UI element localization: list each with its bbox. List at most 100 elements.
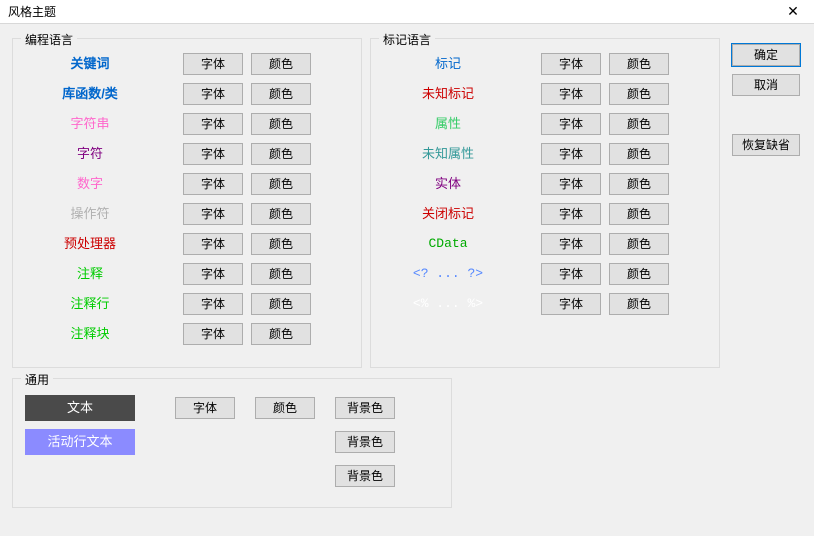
general-item-label: 文本 — [25, 395, 135, 421]
markup-item-label: 属性 — [383, 113, 513, 135]
color-button[interactable]: 颜色 — [251, 323, 311, 345]
font-button[interactable]: 字体 — [541, 83, 601, 105]
markup-row: 未知属性 字体颜色 — [383, 143, 669, 165]
group-general: 通用 文本字体颜色背景色活动行文本背景色选中联动指示文背景色 — [12, 378, 452, 508]
color-button[interactable]: 颜色 — [255, 397, 315, 419]
color-button[interactable]: 颜色 — [609, 263, 669, 285]
titlebar: 风格主题 ✕ — [0, 0, 814, 24]
font-button[interactable]: 字体 — [541, 263, 601, 285]
programming-item-label: 注释行 — [25, 293, 155, 315]
markup-item-label: <? ... ?> — [383, 263, 513, 285]
general-row: 选中联动指示文 背景色 — [25, 465, 395, 487]
programming-item-label: 库函数/类 — [25, 83, 155, 105]
font-button[interactable]: 字体 — [183, 203, 243, 225]
programming-item-label: 字符 — [25, 143, 155, 165]
markup-row: 属性 字体颜色 — [383, 113, 669, 135]
color-button[interactable]: 颜色 — [609, 53, 669, 75]
color-button[interactable]: 颜色 — [251, 233, 311, 255]
general-item-label: 选中联动指示文 — [25, 463, 135, 489]
color-button[interactable]: 颜色 — [251, 113, 311, 135]
font-button[interactable]: 字体 — [183, 113, 243, 135]
programming-item-label: 预处理器 — [25, 233, 155, 255]
color-button[interactable]: 颜色 — [609, 143, 669, 165]
markup-item-label: <% ... %> — [383, 293, 513, 315]
color-button[interactable]: 颜色 — [251, 203, 311, 225]
markup-row: <? ... ?> 字体颜色 — [383, 263, 669, 285]
markup-row: 实体 字体颜色 — [383, 173, 669, 195]
cancel-button[interactable]: 取消 — [732, 74, 800, 96]
general-item-label: 活动行文本 — [25, 429, 135, 455]
markup-row: 关闭标记 字体颜色 — [383, 203, 669, 225]
background-color-button[interactable]: 背景色 — [335, 465, 395, 487]
font-button[interactable]: 字体 — [183, 323, 243, 345]
font-button[interactable]: 字体 — [183, 83, 243, 105]
restore-defaults-button[interactable]: 恢复缺省 — [732, 134, 800, 156]
markup-item-label: 关闭标记 — [383, 203, 513, 225]
font-button[interactable]: 字体 — [183, 263, 243, 285]
programming-row: 字符串 字体颜色 — [25, 113, 311, 135]
color-button[interactable]: 颜色 — [609, 83, 669, 105]
window-title: 风格主题 — [8, 3, 56, 20]
programming-row: 操作符 字体颜色 — [25, 203, 311, 225]
programming-row: 注释块 字体颜色 — [25, 323, 311, 345]
programming-row: 注释 字体颜色 — [25, 263, 311, 285]
programming-row: 库函数/类 字体颜色 — [25, 83, 311, 105]
color-button[interactable]: 颜色 — [609, 113, 669, 135]
group-markup: 标记语言 标记字体颜色未知标记字体颜色属性字体颜色未知属性字体颜色实体字体颜色关… — [370, 38, 720, 368]
programming-row: 字符 字体颜色 — [25, 143, 311, 165]
font-button[interactable]: 字体 — [183, 293, 243, 315]
background-color-button[interactable]: 背景色 — [335, 431, 395, 453]
group-programming: 编程语言 关键词字体颜色库函数/类字体颜色字符串字体颜色字符字体颜色数字字体颜色… — [12, 38, 362, 368]
markup-item-label: 实体 — [383, 173, 513, 195]
programming-item-label: 注释块 — [25, 323, 155, 345]
programming-item-label: 注释 — [25, 263, 155, 285]
group-markup-legend: 标记语言 — [379, 31, 435, 48]
client-area: 编程语言 关键词字体颜色库函数/类字体颜色字符串字体颜色字符字体颜色数字字体颜色… — [0, 24, 814, 536]
programming-item-label: 数字 — [25, 173, 155, 195]
font-button[interactable]: 字体 — [183, 173, 243, 195]
font-button[interactable]: 字体 — [183, 233, 243, 255]
programming-item-label: 字符串 — [25, 113, 155, 135]
markup-row: CData 字体颜色 — [383, 233, 669, 255]
font-button[interactable]: 字体 — [541, 143, 601, 165]
color-button[interactable]: 颜色 — [251, 263, 311, 285]
group-general-legend: 通用 — [21, 371, 53, 388]
markup-item-label: 未知属性 — [383, 143, 513, 165]
programming-item-label: 关键词 — [25, 53, 155, 75]
color-button[interactable]: 颜色 — [609, 233, 669, 255]
markup-item-label: 未知标记 — [383, 83, 513, 105]
color-button[interactable]: 颜色 — [251, 143, 311, 165]
color-button[interactable]: 颜色 — [251, 293, 311, 315]
group-programming-legend: 编程语言 — [21, 31, 77, 48]
markup-row: <% ... %> 字体颜色 — [383, 293, 669, 315]
color-button[interactable]: 颜色 — [609, 293, 669, 315]
markup-item-label: CData — [383, 233, 513, 255]
font-button[interactable]: 字体 — [541, 233, 601, 255]
font-button[interactable]: 字体 — [183, 143, 243, 165]
background-color-button[interactable]: 背景色 — [335, 397, 395, 419]
markup-item-label: 标记 — [383, 53, 513, 75]
markup-row: 标记 字体颜色 — [383, 53, 669, 75]
markup-row: 未知标记 字体颜色 — [383, 83, 669, 105]
font-button[interactable]: 字体 — [183, 53, 243, 75]
color-button[interactable]: 颜色 — [609, 203, 669, 225]
ok-button[interactable]: 确定 — [732, 44, 800, 66]
general-row: 活动行文本 背景色 — [25, 431, 395, 453]
font-button[interactable]: 字体 — [541, 53, 601, 75]
programming-row: 注释行 字体颜色 — [25, 293, 311, 315]
font-button[interactable]: 字体 — [541, 293, 601, 315]
programming-row: 关键词 字体颜色 — [25, 53, 311, 75]
color-button[interactable]: 颜色 — [251, 83, 311, 105]
close-icon[interactable]: ✕ — [778, 3, 808, 20]
color-button[interactable]: 颜色 — [609, 173, 669, 195]
general-row: 文本 字体颜色背景色 — [25, 397, 395, 419]
programming-item-label: 操作符 — [25, 203, 155, 225]
font-button[interactable]: 字体 — [541, 203, 601, 225]
font-button[interactable]: 字体 — [541, 113, 601, 135]
programming-row: 数字 字体颜色 — [25, 173, 311, 195]
programming-row: 预处理器 字体颜色 — [25, 233, 311, 255]
font-button[interactable]: 字体 — [175, 397, 235, 419]
color-button[interactable]: 颜色 — [251, 53, 311, 75]
color-button[interactable]: 颜色 — [251, 173, 311, 195]
font-button[interactable]: 字体 — [541, 173, 601, 195]
